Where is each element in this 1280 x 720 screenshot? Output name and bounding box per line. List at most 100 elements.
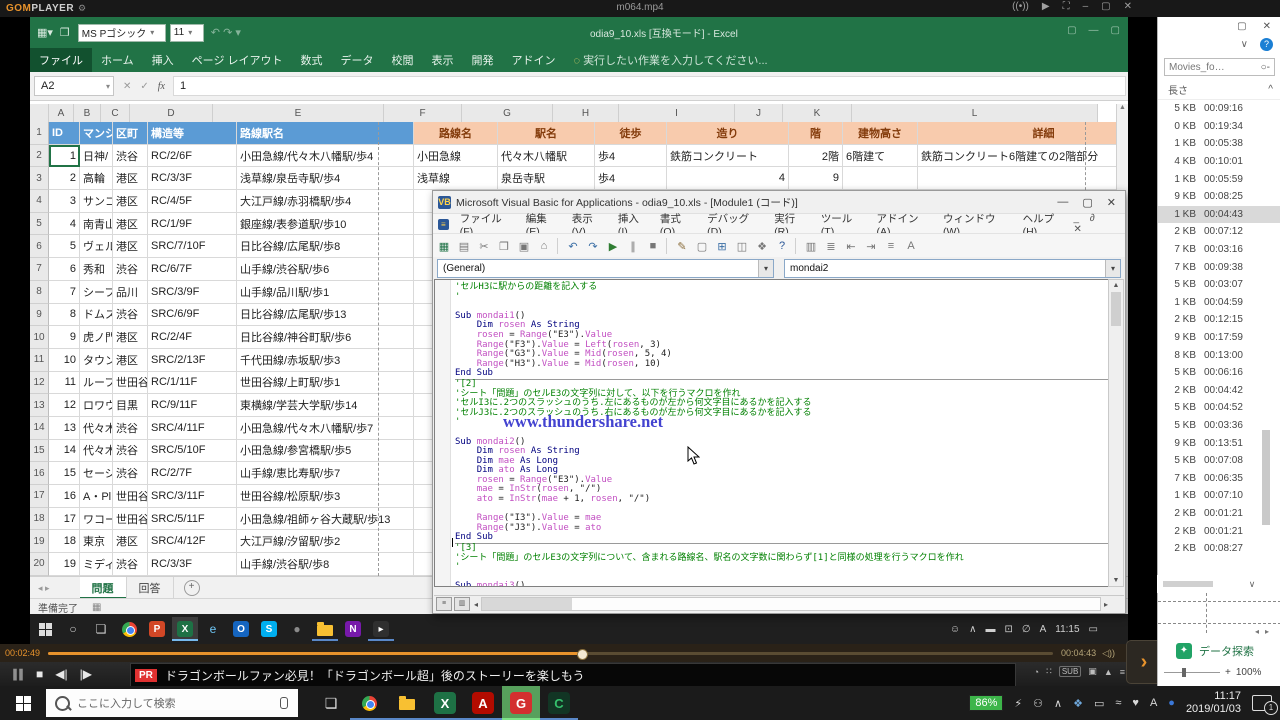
toolbar-icon[interactable]: ▣ bbox=[515, 237, 533, 255]
cell[interactable]: 小田急線 bbox=[414, 145, 498, 168]
file-row[interactable]: 7 KB00:09:38 bbox=[1158, 258, 1280, 276]
cell[interactable]: 7 bbox=[49, 281, 80, 304]
taskbar-app-ie[interactable]: e bbox=[200, 617, 226, 641]
taskbar-app-chrome[interactable] bbox=[350, 686, 388, 720]
confirm-entry-icon[interactable]: ✓ bbox=[140, 81, 148, 92]
cell[interactable]: 小田急線/代々木八幡駅/歩7 bbox=[237, 417, 414, 440]
wifi-icon[interactable]: ≈ bbox=[1115, 697, 1121, 710]
cell[interactable]: 日比谷線/神谷町駅/歩6 bbox=[237, 326, 414, 349]
cell[interactable]: 渋谷 bbox=[113, 304, 148, 327]
next-button[interactable]: |▶ bbox=[80, 667, 92, 681]
taskbar-clock[interactable]: 11:172019/01/03 bbox=[1186, 690, 1241, 716]
row-number[interactable]: 6 bbox=[30, 235, 49, 258]
file-row[interactable]: 2 KB00:08:27 bbox=[1158, 540, 1280, 558]
explorer-search-box[interactable]: Movies_fo… ○‑ bbox=[1164, 58, 1275, 76]
close-icon[interactable]: ✕ bbox=[1107, 196, 1116, 209]
toolbar-icon[interactable]: ▥ bbox=[802, 237, 820, 255]
minimize-icon[interactable]: — bbox=[1057, 196, 1068, 209]
volume-muted-icon[interactable]: ∅ bbox=[1022, 624, 1031, 635]
row-number[interactable]: 17 bbox=[30, 485, 49, 508]
video-system-tray[interactable]: ☺∧▬⊡∅A 11:15 ▭ bbox=[950, 624, 1098, 635]
row-number[interactable]: 7 bbox=[30, 258, 49, 281]
toolbar-icon[interactable]: ∥ bbox=[624, 237, 642, 255]
code-line[interactable]: Range("H3").Value = Mid(rosen, 10) bbox=[455, 360, 1111, 370]
column-header-F[interactable]: F bbox=[384, 104, 462, 122]
toolbar-icon[interactable]: ■ bbox=[644, 237, 662, 255]
cell[interactable]: セージ bbox=[80, 462, 113, 485]
maximize-icon[interactable]: ▢ bbox=[1082, 196, 1092, 209]
file-row[interactable]: 1 KB00:04:59 bbox=[1158, 294, 1280, 312]
file-row[interactable]: 5 KB00:06:16 bbox=[1158, 364, 1280, 382]
cell[interactable]: 渋谷 bbox=[113, 258, 148, 281]
file-row[interactable]: 9 KB00:08:25 bbox=[1158, 188, 1280, 206]
row-number[interactable]: 9 bbox=[30, 304, 49, 327]
file-row[interactable]: 1 KB00:05:59 bbox=[1158, 170, 1280, 188]
chevron-up-icon[interactable]: ∧ bbox=[969, 624, 976, 635]
header-cell[interactable]: 区町 bbox=[113, 122, 148, 145]
cell[interactable]: 5 bbox=[49, 235, 80, 258]
cell[interactable]: 渋谷 bbox=[113, 145, 148, 168]
cell[interactable]: ルーフ bbox=[80, 372, 113, 395]
header-cell[interactable]: 階 bbox=[789, 122, 843, 145]
cell[interactable]: RC/2/7F bbox=[148, 462, 237, 485]
tellme-box[interactable]: ◌実行したい作業を入力してください... bbox=[565, 48, 777, 72]
cell[interactable]: RC/1/11F bbox=[148, 372, 237, 395]
scroll-arrows[interactable]: ◂▸ bbox=[1255, 627, 1275, 636]
file-row[interactable]: 9 KB00:17:59 bbox=[1158, 329, 1280, 347]
cell[interactable]: 渋谷 bbox=[113, 440, 148, 463]
taskbar-app-search[interactable]: ○ bbox=[60, 617, 86, 641]
taskbar-app-task-view[interactable]: ❏ bbox=[88, 617, 114, 641]
row-number[interactable]: 8 bbox=[30, 281, 49, 304]
ribbon-tab-ページ レイアウト[interactable]: ページ レイアウト bbox=[183, 48, 292, 72]
cell[interactable]: SRC/3/11F bbox=[148, 485, 237, 508]
code-horizontal-scrollbar[interactable]: ≡ ▥ ◂ ▸ bbox=[434, 595, 1124, 612]
cell[interactable]: 歩4 bbox=[595, 167, 667, 190]
row-number[interactable]: 14 bbox=[30, 417, 49, 440]
cell[interactable]: 代々木八幡駅 bbox=[498, 145, 595, 168]
cell[interactable]: 港区 bbox=[113, 190, 148, 213]
toolbar-icon[interactable]: ↷ bbox=[584, 237, 602, 255]
gear-icon[interactable]: ⚙ bbox=[78, 3, 86, 14]
code-line[interactable]: 'シート「問題」のセルE3の文字列について、含まれる路線名、駅名の文字数に関わら… bbox=[455, 554, 1111, 564]
cell[interactable]: サンコ bbox=[80, 190, 113, 213]
header-cell[interactable]: 駅名 bbox=[498, 122, 595, 145]
cell[interactable]: 代々木 bbox=[80, 440, 113, 463]
fullscreen-icon[interactable]: ⛶ bbox=[1063, 1, 1070, 12]
cell[interactable]: 港区 bbox=[113, 167, 148, 190]
sheet-tab-問題[interactable]: 問題 bbox=[80, 577, 127, 599]
pause-button[interactable]: ∥∥ bbox=[12, 667, 24, 681]
file-row[interactable]: 2 KB00:07:12 bbox=[1158, 223, 1280, 241]
cell[interactable]: ロワウ bbox=[80, 394, 113, 417]
explorer-bottom-scroll[interactable]: ∨ › bbox=[1157, 575, 1280, 593]
ribbon-tab-ファイル[interactable]: ファイル bbox=[30, 48, 92, 72]
volume-icon[interactable]: ◁)) bbox=[1102, 648, 1115, 659]
row-number[interactable]: 16 bbox=[30, 462, 49, 485]
cell[interactable]: SRC/5/11F bbox=[148, 508, 237, 531]
macro-record-icon[interactable]: ▦ bbox=[92, 602, 101, 613]
object-combo[interactable]: (General)▾ bbox=[437, 259, 774, 278]
gom-right-icons[interactable]: ◔∷SUB▣▲≡ bbox=[1034, 666, 1125, 677]
taskbar-app-outlook[interactable]: O bbox=[228, 617, 254, 641]
cell[interactable]: 山手線/渋谷駅/歩6 bbox=[237, 258, 414, 281]
excel-app-icon[interactable]: ▦▾ bbox=[37, 26, 53, 39]
cell[interactable]: 目黒 bbox=[113, 394, 148, 417]
split-button[interactable]: ▥ bbox=[454, 597, 470, 611]
cell[interactable]: 渋谷 bbox=[113, 553, 148, 576]
cell[interactable]: SRC/7/10F bbox=[148, 235, 237, 258]
code-line[interactable]: ' bbox=[455, 293, 1111, 303]
toolbar-icon[interactable]: ⌂ bbox=[535, 237, 553, 255]
display-icon[interactable]: ⊡ bbox=[1004, 624, 1012, 635]
ime-icon[interactable]: A bbox=[1150, 697, 1157, 710]
row-number[interactable]: 10 bbox=[30, 326, 49, 349]
header-cell[interactable]: 構造等 bbox=[148, 122, 237, 145]
sheet-nav-icons[interactable]: ◂ ▸ bbox=[38, 583, 50, 594]
code-line[interactable]: ' bbox=[455, 563, 1111, 573]
seek-handle[interactable] bbox=[577, 649, 588, 660]
toolbar-icon[interactable]: ⇤ bbox=[842, 237, 860, 255]
system-tray[interactable]: 86% ⚡⚇∧❖▭≈♥A● 11:172019/01/03 1 bbox=[969, 690, 1272, 716]
file-row[interactable]: 4 KB00:10:01 bbox=[1158, 153, 1280, 171]
length-column-header[interactable]: 長さ bbox=[1168, 82, 1188, 97]
cell[interactable]: 小田急線/祖師ヶ谷大蔵駅/歩13 bbox=[237, 508, 414, 531]
cell[interactable]: 港区 bbox=[113, 349, 148, 372]
ime-icon[interactable]: A bbox=[1040, 624, 1047, 635]
